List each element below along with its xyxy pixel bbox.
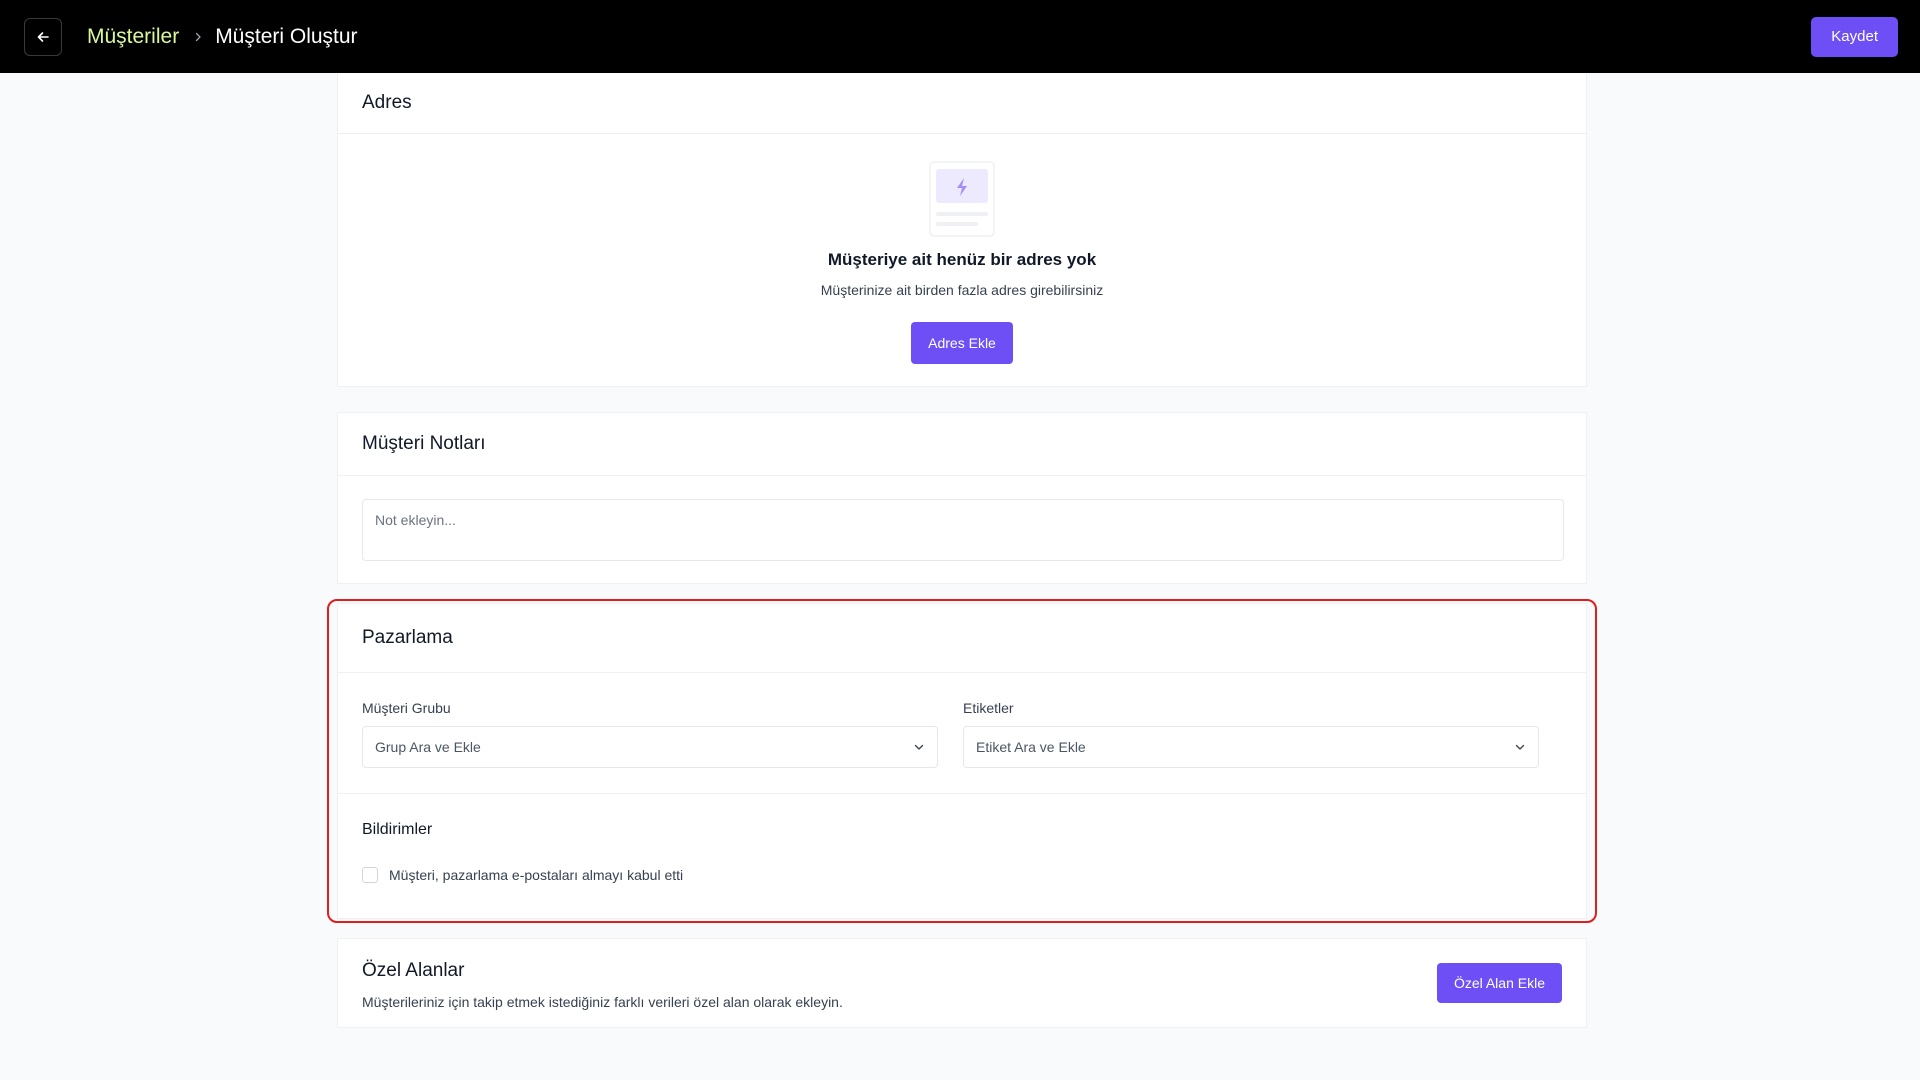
address-empty-title: Müşteriye ait henüz bir adres yok [827, 250, 1097, 269]
marketing-divider [338, 672, 1586, 673]
add-address-button[interactable]: Adres Ekle [911, 322, 1013, 364]
marketing-title: Pazarlama [362, 627, 453, 648]
marketing-inner-divider [338, 793, 1586, 794]
breadcrumb-customers-link[interactable]: Müşteriler [87, 25, 179, 49]
document-lightning-icon [929, 161, 995, 237]
marketing-card: Pazarlama Müşteri Grubu Grup Ara ve Ekle… [337, 603, 1587, 919]
email-consent-label: Müşteri, pazarlama e-postaları almayı ka… [389, 867, 684, 883]
address-title: Adres [362, 92, 412, 113]
custom-fields-title: Özel Alanlar [362, 960, 465, 981]
custom-fields-description: Müşterileriniz için takip etmek istediği… [362, 994, 843, 1010]
add-custom-field-button[interactable]: Özel Alan Ekle [1436, 963, 1562, 1003]
notifications-title: Bildirimler [362, 821, 433, 838]
arrow-left-icon [37, 31, 49, 42]
address-empty-subtitle: Müşterinize ait birden fazla adres gireb… [820, 282, 1104, 298]
customer-group-label: Müşteri Grubu [362, 700, 451, 716]
chevron-down-icon [914, 744, 924, 750]
customer-group-placeholder: Grup Ara ve Ekle [375, 739, 481, 755]
tags-select[interactable]: Etiket Ara ve Ekle [963, 726, 1539, 768]
notes-title: Müşteri Notları [362, 433, 486, 454]
top-bar: Müşteriler Müşteri Oluştur Kaydet [0, 0, 1920, 73]
tags-placeholder: Etiket Ara ve Ekle [976, 739, 1086, 755]
address-card: Adres Müşteriye ait henüz bir adres yok … [337, 73, 1587, 387]
custom-fields-card: Özel Alanlar Müşterileriniz için takip e… [337, 938, 1587, 1028]
chevron-right-icon [192, 31, 204, 43]
chevron-down-icon [1515, 744, 1525, 750]
page-title: Müşteri Oluştur [215, 24, 358, 48]
back-button[interactable] [24, 17, 62, 56]
tags-field: Etiketler Etiket Ara ve Ekle [963, 700, 1539, 768]
tags-label: Etiketler [963, 700, 1014, 716]
email-consent-checkbox[interactable] [362, 867, 378, 883]
customer-group-select[interactable]: Grup Ara ve Ekle [362, 726, 938, 768]
notes-divider [338, 475, 1586, 476]
breadcrumb: Müşteriler Müşteri Oluştur [87, 25, 358, 49]
notes-card: Müşteri Notları [337, 412, 1587, 584]
save-button[interactable]: Kaydet [1811, 16, 1898, 57]
customer-group-field: Müşteri Grubu Grup Ara ve Ekle [362, 700, 938, 768]
email-consent-row[interactable]: Müşteri, pazarlama e-postaları almayı ka… [362, 867, 683, 883]
notes-input[interactable] [362, 499, 1564, 561]
address-empty-state: Müşteriye ait henüz bir adres yok Müşter… [338, 134, 1586, 364]
